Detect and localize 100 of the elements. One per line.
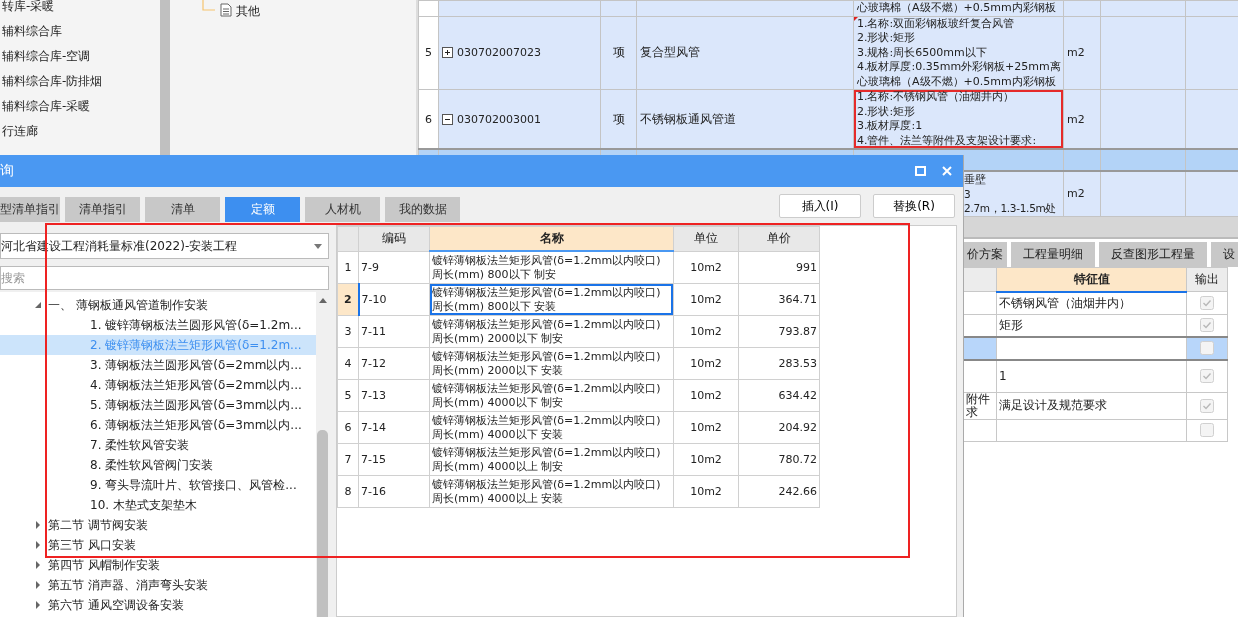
column-header[interactable]: 名称 xyxy=(429,226,674,251)
table-cell: 10m2 xyxy=(673,443,739,476)
tree-item[interactable]: 9. 弯头导流叶片、软管接口、风管检... xyxy=(0,475,316,495)
tab[interactable]: 清单 xyxy=(145,197,220,222)
checkbox[interactable] xyxy=(1200,423,1214,438)
tab[interactable]: 人材机 xyxy=(305,197,380,222)
close-icon[interactable] xyxy=(941,165,953,177)
table-cell: 镀锌薄钢板法兰矩形风管(δ=1.2mm以内咬口)周长(mm) 4000以上 安装 xyxy=(429,475,674,508)
row-number: 6 xyxy=(425,112,432,126)
table-row[interactable] xyxy=(963,419,1228,441)
row-number: 6 xyxy=(337,411,359,444)
feature-name: 求 xyxy=(966,405,978,419)
feature-text: 4.板材厚度:0.35mm外彩钢板+25mm离 xyxy=(857,60,1060,75)
table-row[interactable]: 6 7-14 镀锌薄钢板法兰矩形风管(δ=1.2mm以内咬口)周长(mm) 4000以下 安装 10m2 204.92 xyxy=(337,411,820,444)
row-number: 4 xyxy=(337,347,359,380)
table-cell: 10m2 xyxy=(673,475,739,508)
table-row[interactable]: 2 7-10 镀锌薄钢板法兰矩形风管(δ=1.2mm以内咬口)周长(mm) 800以下 安装 10m2 364.71 xyxy=(337,283,820,316)
tree-item[interactable]: 3. 薄钢板法兰圆形风管(δ=2mm以内... xyxy=(0,355,316,375)
tab[interactable]: 设 xyxy=(1211,241,1238,267)
column-header[interactable]: 编码 xyxy=(358,226,430,251)
tree-item[interactable]: 第二节 调节阀安装 xyxy=(0,515,316,535)
table-cell: 7-15 xyxy=(358,443,430,476)
tree-item[interactable]: 8. 柔性软风管阀门安装 xyxy=(0,455,316,475)
column-header[interactable]: 输出 xyxy=(1186,267,1228,292)
table-row[interactable] xyxy=(963,336,1228,360)
row-number: 3 xyxy=(337,315,359,348)
table-cell: 镀锌薄钢板法兰矩形风管(δ=1.2mm以内咬口)周长(mm) 800以下 安装 xyxy=(429,283,674,316)
table-cell: 10m2 xyxy=(673,379,739,412)
tab[interactable]: 反查图形工程量 xyxy=(1099,241,1207,267)
feature-name: 附件 xyxy=(966,392,990,406)
table-row[interactable]: 8 7-16 镀锌薄钢板法兰矩形风管(δ=1.2mm以内咬口)周长(mm) 4000以上 安装 10m2 242.66 xyxy=(337,475,820,508)
scroll-up-icon[interactable] xyxy=(317,296,328,304)
table-row[interactable]: 3 7-11 镀锌薄钢板法兰矩形风管(δ=1.2mm以内咬口)周长(mm) 2000以下 制安 10m2 793.87 xyxy=(337,315,820,348)
tree-item[interactable]: 辅料综合库-采暖 xyxy=(0,94,91,119)
table-row[interactable]: 1 7-9 镀锌薄钢板法兰矩形风管(δ=1.2mm以内咬口)周长(mm) 800以下 制安 10m2 991 xyxy=(337,251,820,284)
table-cell: 634.42 xyxy=(738,379,820,412)
checkbox[interactable] xyxy=(1200,369,1214,384)
checkbox[interactable] xyxy=(1200,341,1214,356)
checkbox[interactable] xyxy=(1200,398,1214,413)
checkbox[interactable] xyxy=(1200,318,1214,333)
table-cell: 10m2 xyxy=(673,347,739,380)
item-name: 不锈钢板通风管道 xyxy=(640,111,736,126)
tree-item[interactable]: 行连廊 xyxy=(0,119,38,144)
tab[interactable]: 价方案 xyxy=(963,241,1007,267)
table-cell: 镀锌薄钢板法兰矩形风管(δ=1.2mm以内咬口)周长(mm) 2000以下 制安 xyxy=(429,315,674,348)
table-row[interactable]: 5 030702007023 项 复合型风管 1.名称:双面彩钢板玻纤复合风管 2.形状:矩形 3.规格:周长6500mm以下 4.板材厚度:0.35mm外彩钢板+25mm离 心玻璃棉（A级不燃）+0.5mm内彩钢板 m2 xyxy=(418,16,1238,90)
table-cell: 204.92 xyxy=(738,411,820,444)
tree-item[interactable]: 4. 薄钢板法兰矩形风管(δ=2mm以内... xyxy=(0,375,316,395)
maximize-icon[interactable] xyxy=(915,165,927,177)
tree-item[interactable]: 辅料综合库-防排烟 xyxy=(0,69,103,94)
tree-item[interactable]: 5. 薄钢板法兰圆形风管(δ=3mm以内... xyxy=(0,395,316,415)
scrollbar-thumb[interactable] xyxy=(317,430,328,617)
tab[interactable]: 清单指引 xyxy=(65,197,140,222)
tab[interactable]: 型清单指引 xyxy=(0,197,60,222)
table-cell: 7-11 xyxy=(358,315,430,348)
row-number: 1 xyxy=(337,251,359,284)
feature-text: 2.形状:矩形 xyxy=(857,31,917,46)
table-row[interactable]: 7 7-15 镀锌薄钢板法兰矩形风管(δ=1.2mm以内咬口)周长(mm) 4000以上 制安 10m2 780.72 xyxy=(337,443,820,476)
item-code: 030702007023 xyxy=(457,46,541,60)
feature-text: 心玻璃棉（A级不燃）+0.5mm内彩钢板 xyxy=(857,1,1057,16)
checkbox[interactable] xyxy=(1200,296,1214,310)
table-cell: 镀锌薄钢板法兰矩形风管(δ=1.2mm以内咬口)周长(mm) 4000以下 安装 xyxy=(429,411,674,444)
tab[interactable]: 我的数据 xyxy=(385,197,460,222)
row-number: 2 xyxy=(337,283,359,316)
action-button[interactable]: 插入(I) xyxy=(779,194,861,218)
item-name: 复合型风管 xyxy=(640,45,700,60)
table-row[interactable]: 5 7-13 镀锌薄钢板法兰矩形风管(δ=1.2mm以内咬口)周长(mm) 4000以下 制安 10m2 634.42 xyxy=(337,379,820,412)
table-row[interactable]: 心玻璃棉（A级不燃）+0.5mm内彩钢板 xyxy=(418,0,1238,16)
table-row[interactable]: 4 7-12 镀锌薄钢板法兰矩形风管(δ=1.2mm以内咬口)周长(mm) 2000以下 安装 10m2 283.53 xyxy=(337,347,820,380)
feature-text: 3.板材厚度:1 xyxy=(857,119,924,134)
tree-item[interactable]: 第四节 风帽制作安装 xyxy=(0,555,316,575)
tree-item[interactable]: 转库-采暖 xyxy=(0,0,55,19)
tree-item[interactable]: 7. 柔性软风管安装 xyxy=(0,435,316,455)
collapse-icon[interactable] xyxy=(442,113,453,125)
feature-value: 矩形 xyxy=(999,317,1023,332)
table-cell: 991 xyxy=(738,251,820,284)
tree-item[interactable]: 一、 薄钢板通风管道制作安装 xyxy=(0,295,316,315)
column-header[interactable]: 单价 xyxy=(738,226,820,251)
tree-item[interactable]: 1. 镀锌薄钢板法兰圆形风管(δ=1.2m... xyxy=(0,315,316,335)
search-field[interactable]: 搜索 xyxy=(0,266,329,290)
column-header[interactable]: 单位 xyxy=(673,226,739,251)
tree-item[interactable]: 辅料综合库 xyxy=(0,19,62,44)
tree-item[interactable]: 第五节 消声器、消声弯头安装 xyxy=(0,575,316,595)
action-button[interactable]: 替换(R) xyxy=(873,194,955,218)
feature-value: 1 xyxy=(999,369,1007,383)
splitter-bar[interactable] xyxy=(963,216,1238,239)
tree-item[interactable]: 10. 木垫式支架垫木 xyxy=(0,495,316,515)
tree-item[interactable]: 第三节 风口安装 xyxy=(0,535,316,555)
item-code: 030702003001 xyxy=(457,112,541,126)
column-header[interactable]: 特征值 xyxy=(996,267,1187,292)
table-cell: 7-9 xyxy=(358,251,430,284)
feature-text: 2.7m，1.3-1.5m处 xyxy=(964,201,1058,215)
tree-item[interactable]: 其他 xyxy=(236,2,260,20)
tab[interactable]: 工程量明细 xyxy=(1011,241,1095,267)
tree-item[interactable]: 辅料综合库-空调 xyxy=(0,44,91,69)
expand-icon[interactable] xyxy=(442,47,453,59)
tree-item[interactable]: 6. 薄钢板法兰矩形风管(δ=3mm以内... xyxy=(0,415,316,435)
table-cell: 283.53 xyxy=(738,347,820,380)
table-cell: 10m2 xyxy=(673,411,739,444)
tree-item[interactable]: 第六节 通风空调设备安装 xyxy=(0,595,316,615)
